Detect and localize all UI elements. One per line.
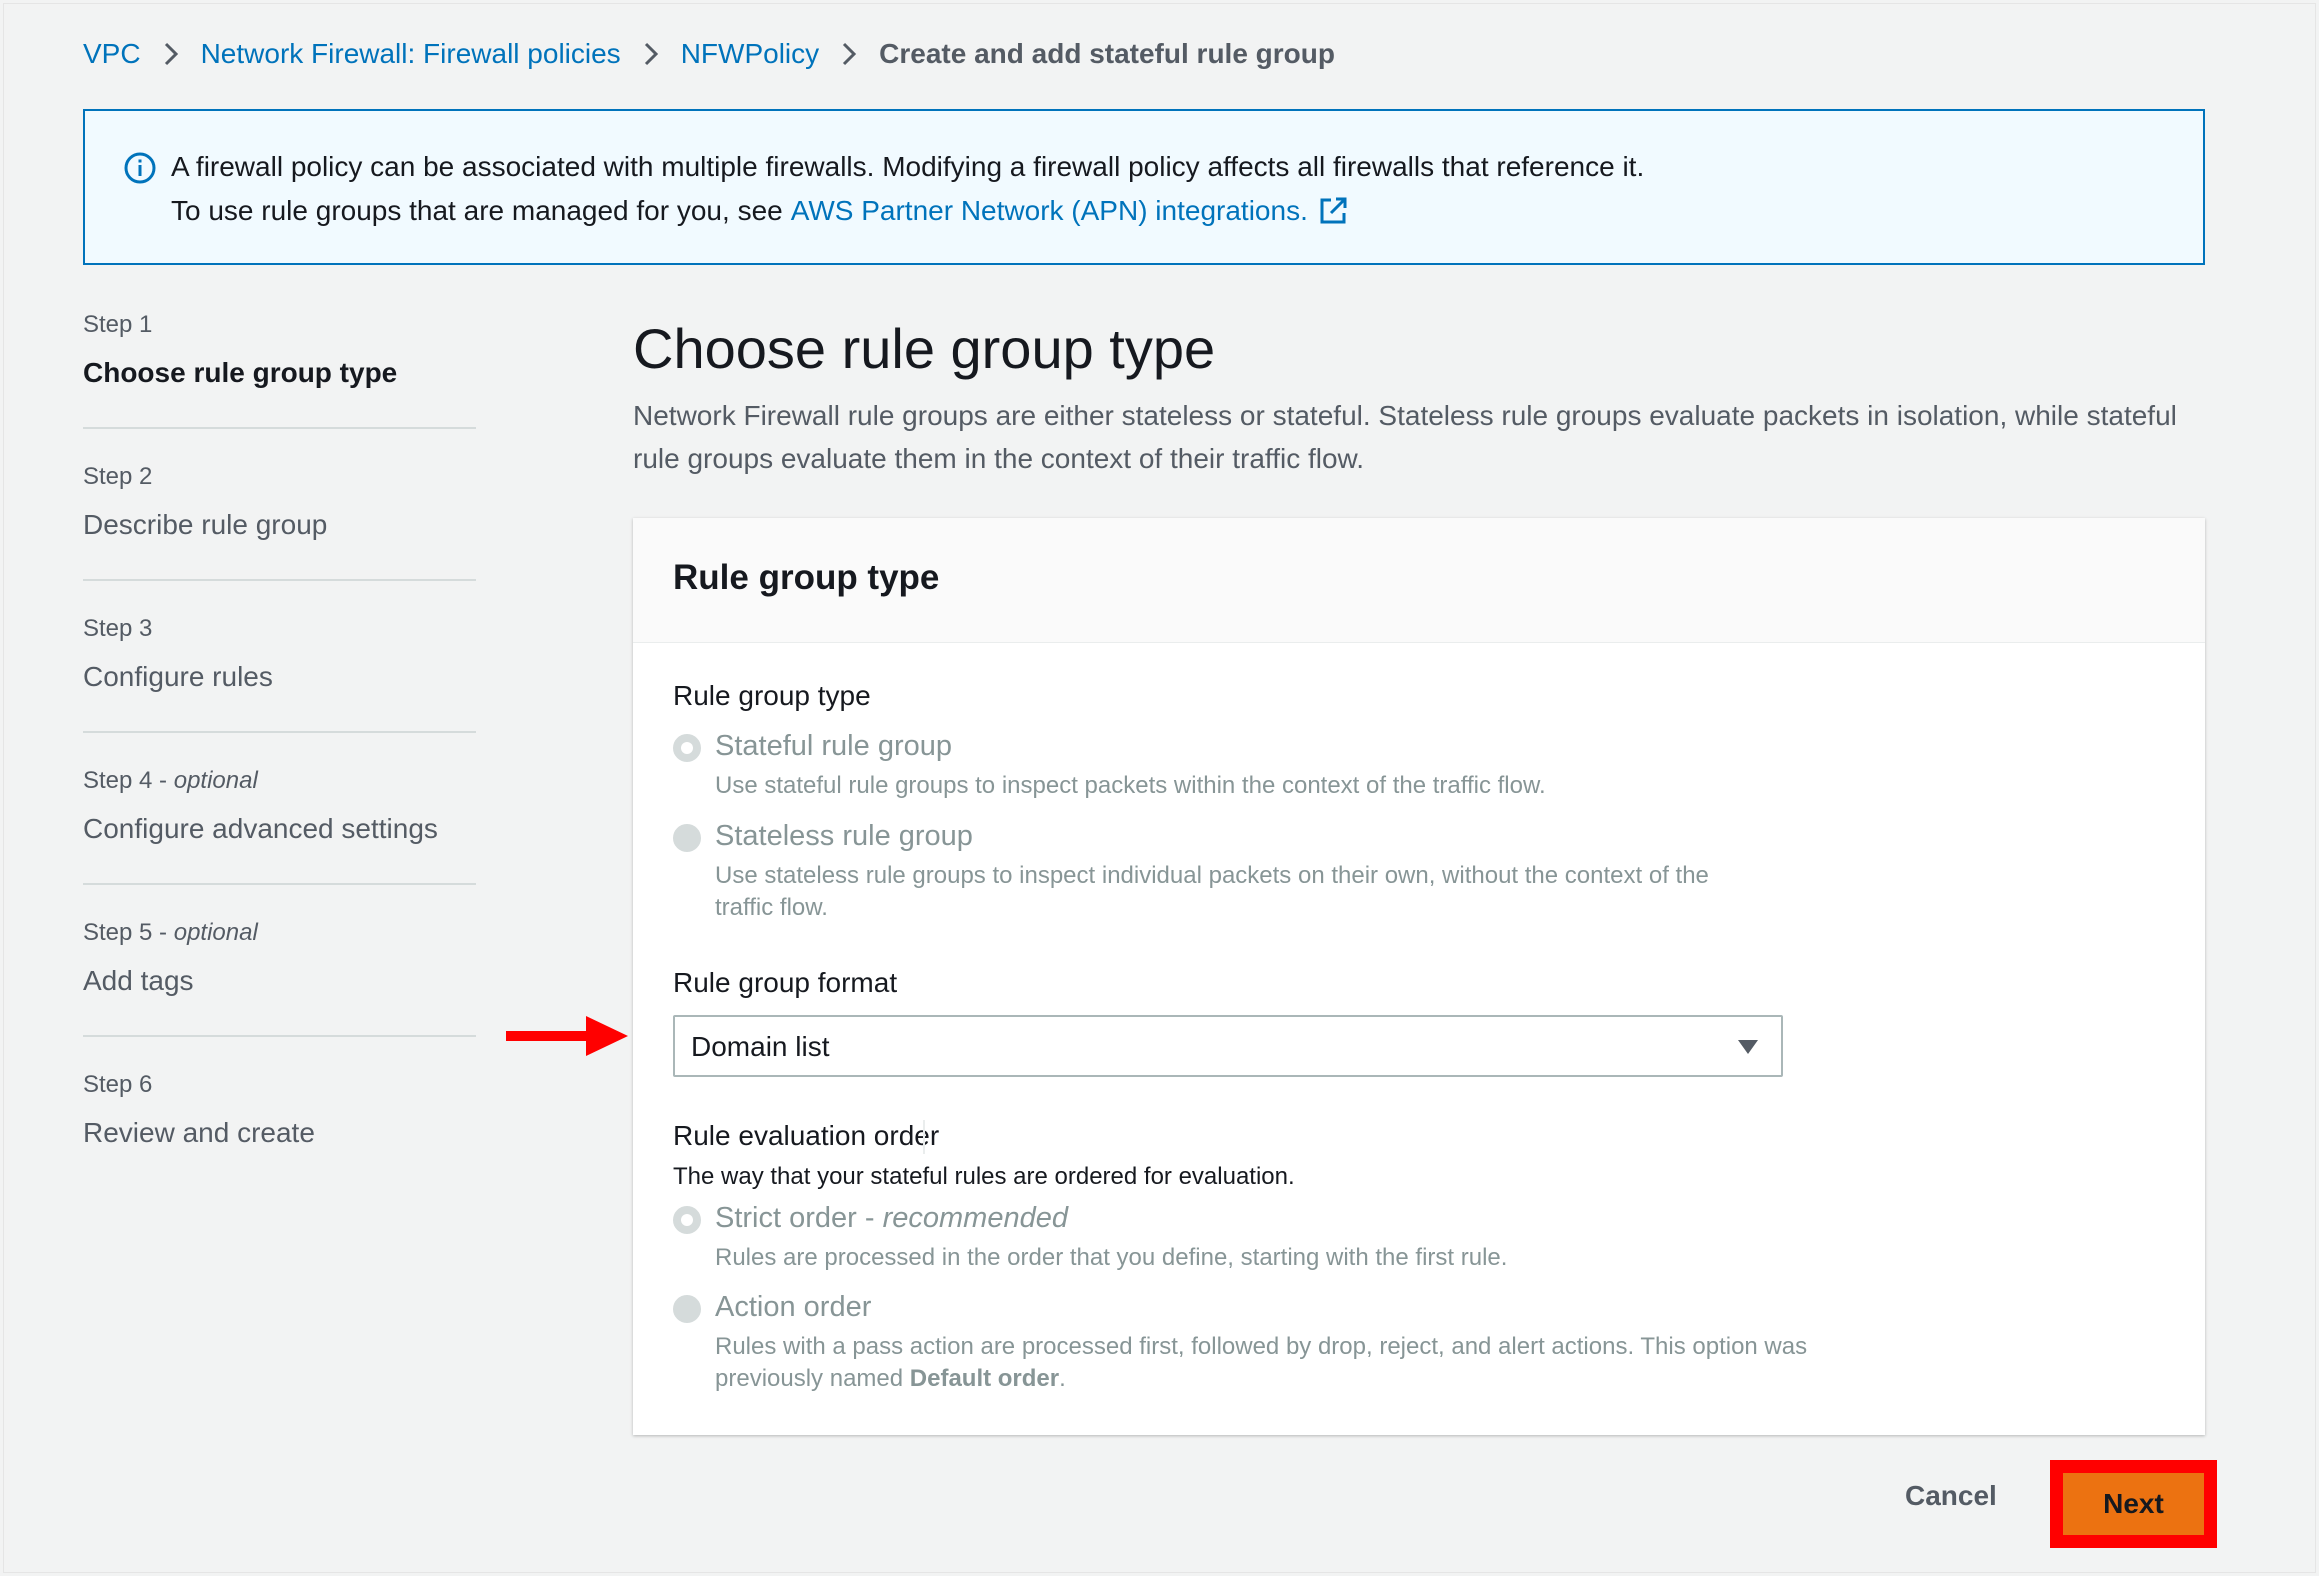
step-label-describe[interactable]: Describe rule group <box>83 509 476 541</box>
select-value: Domain list <box>691 1031 830 1062</box>
strict-order-radio[interactable] <box>673 1206 701 1234</box>
page-description: Network Firewall rule groups are either … <box>633 400 2177 474</box>
strict-order-option[interactable]: Strict order - recommended Rules are pro… <box>673 1202 1833 1282</box>
rule-group-format-label: Rule group format <box>673 967 898 998</box>
stateless-desc: Use stateless rule groups to inspect ind… <box>715 862 1709 921</box>
action-order-title: Action order <box>715 1291 872 1323</box>
info-icon <box>123 151 157 185</box>
step-3: Step 3 Configure rules <box>83 615 476 733</box>
panel-title: Rule group type <box>673 558 940 597</box>
breadcrumb-firewall-policies-link[interactable]: Network Firewall: Firewall policies <box>201 38 621 70</box>
banner-apn-line: To use rule groups that are managed for … <box>171 195 1348 227</box>
label-divider <box>923 1120 925 1154</box>
step-optional: optional <box>173 767 258 794</box>
action-order-option[interactable]: Action order Rules with a pass action ar… <box>673 1291 1833 1401</box>
stateful-radio[interactable] <box>673 734 701 762</box>
step-6: Step 6 Review and create <box>83 1071 476 1187</box>
step-5: Step 5 - optional Add tags <box>83 919 476 1037</box>
strict-order-desc: Rules are processed in the order that yo… <box>715 1244 1508 1271</box>
step-label-tags[interactable]: Add tags <box>83 965 476 997</box>
rule-evaluation-order-label: Rule evaluation order <box>673 1120 940 1151</box>
step-optional: optional <box>173 919 258 946</box>
rule-group-format-select[interactable]: Domain list <box>673 1015 1783 1077</box>
strict-order-title-text: Strict order - <box>715 1202 883 1234</box>
breadcrumb-current: Create and add stateful rule group <box>879 38 1335 69</box>
step-number-text: Step 5 - <box>83 919 174 946</box>
action-order-desc-bold: Default order <box>909 1365 1060 1392</box>
action-order-desc: Rules with a pass action are processed f… <box>715 1331 1815 1395</box>
step-2: Step 2 Describe rule group <box>83 463 476 581</box>
step-label-choose-type[interactable]: Choose rule group type <box>83 357 476 389</box>
step-number: Step 5 - optional <box>83 919 476 947</box>
step-4: Step 4 - optional Configure advanced set… <box>83 767 476 885</box>
stateless-title: Stateless rule group <box>715 820 973 852</box>
step-number: Step 2 <box>83 463 153 490</box>
stateless-radio[interactable] <box>673 824 701 852</box>
banner-apn-text: To use rule groups that are managed for … <box>171 195 783 226</box>
step-label-review[interactable]: Review and create <box>83 1117 476 1149</box>
step-number: Step 1 <box>83 311 153 338</box>
rule-group-type-label: Rule group type <box>673 680 871 711</box>
step-number-text: Step 4 - <box>83 767 174 794</box>
action-order-desc-text: Rules with a pass action are processed f… <box>715 1333 1808 1392</box>
step-label-advanced[interactable]: Configure advanced settings <box>83 813 476 845</box>
chevron-right-icon <box>163 41 179 67</box>
strict-order-recommended: recommended <box>882 1202 1068 1234</box>
banner-message: A firewall policy can be associated with… <box>171 151 1645 182</box>
external-link-icon[interactable] <box>1318 196 1348 226</box>
strict-order-title: Strict order - recommended <box>715 1202 1068 1235</box>
step-number: Step 6 <box>83 1071 153 1098</box>
wizard-steps: Step 1 Choose rule group type Step 2 Des… <box>83 311 476 1221</box>
cancel-button[interactable]: Cancel <box>1905 1480 1997 1512</box>
page-title: Choose rule group type <box>633 317 1216 380</box>
next-highlight: Next <box>2050 1460 2217 1548</box>
breadcrumb: VPC Network Firewall: Firewall policies … <box>83 38 1335 70</box>
action-order-radio[interactable] <box>673 1295 701 1323</box>
breadcrumb-nfwpolicy-link[interactable]: NFWPolicy <box>681 38 819 70</box>
apn-integrations-link[interactable]: AWS Partner Network (APN) integrations. <box>791 195 1308 227</box>
stateful-title: Stateful rule group <box>715 730 952 762</box>
chevron-right-icon <box>643 41 659 67</box>
caret-down-icon <box>1737 1039 1759 1060</box>
stateless-option[interactable]: Stateless rule group Use stateless rule … <box>673 820 1833 930</box>
chevron-right-icon <box>841 41 857 67</box>
action-order-desc-suffix: . <box>1059 1365 1066 1392</box>
next-button[interactable]: Next <box>2063 1473 2204 1535</box>
step-label-configure-rules[interactable]: Configure rules <box>83 661 476 693</box>
panel-header: Rule group type <box>633 518 2205 643</box>
step-number: Step 3 <box>83 615 153 642</box>
annotation-arrow-icon <box>506 1016 628 1061</box>
step-1: Step 1 Choose rule group type <box>83 311 476 429</box>
rule-group-type-panel: Rule group type Rule group type Stateful… <box>633 518 2205 1435</box>
step-number: Step 4 - optional <box>83 767 476 795</box>
rule-evaluation-order-desc: The way that your stateful rules are ord… <box>673 1163 1295 1190</box>
stateful-option[interactable]: Stateful rule group Use stateful rule gr… <box>673 730 1833 810</box>
stateful-desc: Use stateful rule groups to inspect pack… <box>715 772 1546 799</box>
info-banner: A firewall policy can be associated with… <box>83 109 2205 265</box>
breadcrumb-vpc-link[interactable]: VPC <box>83 38 141 70</box>
